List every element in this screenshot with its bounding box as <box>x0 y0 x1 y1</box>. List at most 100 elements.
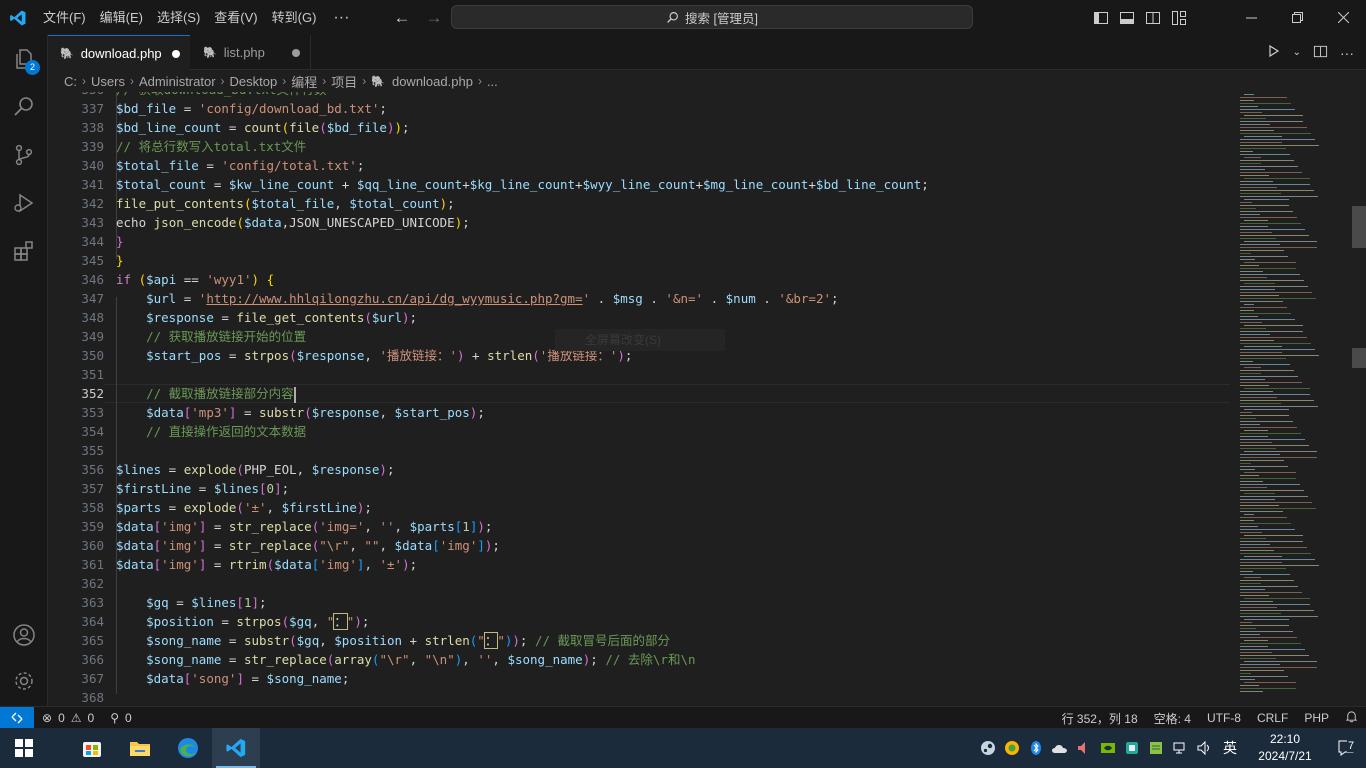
green-app-icon[interactable] <box>1144 728 1168 768</box>
nvidia-icon[interactable] <box>1096 728 1120 768</box>
menu-more-button[interactable]: ··· <box>323 0 359 35</box>
code-line[interactable]: $data['img'] = str_replace("\r", "", $da… <box>116 536 500 555</box>
steam-icon[interactable] <box>976 728 1000 768</box>
close-button[interactable] <box>1320 0 1366 35</box>
unsaved-dot-icon[interactable] <box>292 49 300 57</box>
speaker-icon[interactable] <box>1192 728 1216 768</box>
code-line[interactable]: $song_name = str_replace(array("\r", "\n… <box>116 650 695 669</box>
code-line[interactable]: $gq = $lines[1]; <box>116 593 266 612</box>
run-icon[interactable] <box>1267 44 1281 61</box>
forward-arrow-icon[interactable]: → <box>424 8 444 28</box>
tab-download-php[interactable]: 🐘 download.php <box>48 35 190 70</box>
source-control-icon[interactable] <box>0 131 48 179</box>
minimap[interactable] <box>1236 92 1336 706</box>
manage-gear-icon[interactable] <box>0 657 48 705</box>
code-line[interactable]: $parts = explode('±', $firstLine); <box>116 498 372 517</box>
code-line[interactable]: $total_count = $kw_line_count + $qq_line… <box>116 175 929 194</box>
code-token: , <box>394 519 410 534</box>
toggle-panel-icon[interactable] <box>1118 9 1136 27</box>
problems-indicator[interactable]: ⊗ 0 ⚠ 0 ⚲ 0 <box>42 711 132 725</box>
chevron-down-icon[interactable]: ⌄ <box>1293 47 1301 58</box>
security-app-icon[interactable] <box>1120 728 1144 768</box>
code-line[interactable]: $data['img'] = str_replace('img=', '', $… <box>116 517 492 536</box>
breadcrumb-item[interactable]: download.php <box>392 74 473 89</box>
command-center-search[interactable]: 搜索 [管理员] <box>451 5 973 29</box>
code-line[interactable]: $url = 'http://www.hhlqilongzhu.cn/api/d… <box>116 289 838 308</box>
toggle-primary-sidebar-icon[interactable] <box>1092 9 1110 27</box>
breadcrumb-item[interactable]: Desktop <box>230 74 278 89</box>
code-line[interactable]: } <box>116 232 124 251</box>
menu-edit[interactable]: 编辑(E) <box>93 0 150 35</box>
code-token: $total_count <box>349 196 440 211</box>
ime-indicator[interactable]: 英 <box>1216 738 1244 758</box>
minimize-button[interactable] <box>1228 0 1274 35</box>
file-encoding[interactable]: UTF-8 <box>1199 711 1249 725</box>
code-line[interactable]: $response = file_get_contents($url); <box>116 308 417 327</box>
microsoft-store-icon[interactable] <box>68 728 116 768</box>
breadcrumb-item[interactable]: Users <box>91 74 125 89</box>
code-line[interactable]: // 直接操作返回的文本数据 <box>116 422 306 441</box>
tab-list-php[interactable]: 🐘 list.php <box>191 35 311 70</box>
code-line[interactable]: $data['song'] = $song_name; <box>116 669 349 688</box>
menu-selection[interactable]: 选择(S) <box>150 0 207 35</box>
menu-view[interactable]: 查看(V) <box>207 0 264 35</box>
split-editor-icon[interactable] <box>1313 44 1328 62</box>
remote-indicator-icon[interactable] <box>0 706 34 729</box>
code-line[interactable]: $position = strpos($gq, "："); <box>116 612 369 631</box>
breadcrumb-item[interactable]: ... <box>487 74 498 89</box>
code-line[interactable]: } <box>116 251 124 270</box>
vertical-scrollbar[interactable] <box>1348 92 1362 706</box>
customize-layout-icon[interactable] <box>1170 9 1188 27</box>
bluetooth-icon[interactable] <box>1024 728 1048 768</box>
account-icon[interactable] <box>0 611 48 659</box>
back-arrow-icon[interactable]: ← <box>392 8 412 28</box>
code-line[interactable]: // 获取download_bd.txt文件行数 <box>116 92 326 99</box>
toggle-secondary-sidebar-icon[interactable] <box>1144 9 1162 27</box>
scrollbar-thumb[interactable] <box>1352 206 1366 248</box>
end-of-line[interactable]: CRLF <box>1249 711 1296 725</box>
code-line[interactable]: $song_name = substr($gq, $position + str… <box>116 631 670 650</box>
breadcrumb-item[interactable]: 编程 <box>291 72 317 91</box>
code-line[interactable]: $bd_file = 'config/download_bd.txt'; <box>116 99 387 118</box>
colorful-app-icon[interactable] <box>1000 728 1024 768</box>
notifications-bell-icon[interactable] <box>1337 710 1366 726</box>
cursor-position[interactable]: 行 352，列 18 <box>1054 710 1146 727</box>
edge-browser-icon[interactable] <box>164 728 212 768</box>
system-clock[interactable]: 22:10 2024/7/21 <box>1244 731 1326 765</box>
code-editor[interactable]: 336 337 338 339 340 341 342 343 344 345 346 347 348 3… <box>48 92 1366 706</box>
run-debug-icon[interactable] <box>0 179 48 227</box>
code-line[interactable]: echo json_encode($data,JSON_UNESCAPED_UN… <box>116 213 470 232</box>
file-explorer-icon[interactable] <box>116 728 164 768</box>
explorer-icon[interactable]: 2 <box>0 35 48 83</box>
code-line[interactable]: if ($api == 'wyy1') { <box>116 270 274 289</box>
vscode-taskbar-icon[interactable] <box>212 728 260 768</box>
code-line[interactable]: $bd_line_count = count(file($bd_file)); <box>116 118 410 137</box>
code-line[interactable]: $firstLine = $lines[0]; <box>116 479 289 498</box>
code-line[interactable]: $total_file = 'config/total.txt'; <box>116 156 364 175</box>
search-icon[interactable] <box>0 83 48 131</box>
unsaved-dot-icon[interactable] <box>172 50 180 58</box>
indentation[interactable]: 空格: 4 <box>1146 710 1199 727</box>
code-line[interactable]: $data['mp3'] = substr($response, $start_… <box>116 403 485 422</box>
breadcrumb-item[interactable]: C: <box>64 74 77 89</box>
code-line[interactable]: $lines = explode(PHP_EOL, $response); <box>116 460 394 479</box>
extensions-icon[interactable] <box>0 227 48 275</box>
menu-go[interactable]: 转到(G) <box>265 0 324 35</box>
more-actions-icon[interactable]: ··· <box>1340 45 1354 61</box>
menu-file[interactable]: 文件(F) <box>36 0 93 35</box>
breadcrumb-item[interactable]: 项目 <box>331 72 357 91</box>
code-line[interactable]: // 获取播放链接开始的位置 <box>116 327 306 346</box>
code-line[interactable]: $data['img'] = rtrim($data['img'], '±'); <box>116 555 417 574</box>
breadcrumb-item[interactable]: Administrator <box>139 74 216 89</box>
restore-button[interactable] <box>1274 0 1320 35</box>
notification-center-icon[interactable]: 7 <box>1326 728 1366 768</box>
network-icon[interactable] <box>1168 728 1192 768</box>
start-button[interactable] <box>0 728 48 768</box>
code-line[interactable]: // 截取播放链接部分内容 <box>116 384 296 403</box>
code-line[interactable]: file_put_contents($total_file, $total_co… <box>116 194 455 213</box>
volume-muted-icon[interactable] <box>1072 728 1096 768</box>
code-area[interactable]: // 获取download_bd.txt文件行数 $bd_file = 'conf… <box>116 92 1276 706</box>
onedrive-cloud-icon[interactable] <box>1048 728 1072 768</box>
code-line[interactable]: // 将总行数写入total.txt文件 <box>116 137 306 156</box>
language-mode[interactable]: PHP <box>1296 711 1337 725</box>
